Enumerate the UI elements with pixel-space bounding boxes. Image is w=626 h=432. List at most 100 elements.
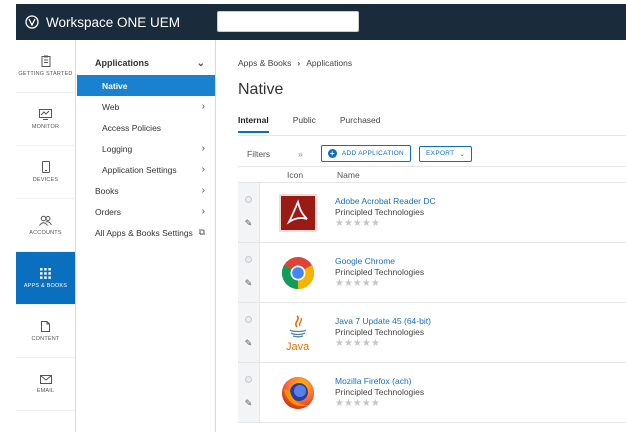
subnav-item-label: Web [102, 101, 120, 112]
workspace-logo-icon [24, 14, 40, 30]
nav-label: APPS & BOOKS [23, 282, 68, 289]
tab-divider [238, 135, 626, 136]
app-name[interactable]: Google Chrome [335, 256, 424, 267]
subnav-item-label: Logging [102, 143, 133, 154]
row-select-radio[interactable] [245, 196, 252, 204]
breadcrumb-applications[interactable]: Applications [306, 58, 352, 68]
subnav-item-all-settings[interactable]: All Apps & Books Settings ⧉ [77, 222, 215, 243]
nav-label: EMAIL [36, 387, 55, 394]
nav-devices[interactable]: DEVICES [16, 146, 75, 199]
clipboard-icon [41, 55, 50, 67]
rating-stars: ★★★★★ [335, 278, 380, 289]
subnav-item-application-settings[interactable]: Application Settings › [77, 159, 215, 180]
table-row[interactable]: ✎ Google Chrome Principled Technologies ★★… [238, 243, 626, 303]
adobe-acrobat-icon [278, 193, 317, 232]
nav-monitor[interactable]: MONITOR [16, 93, 75, 146]
search-input[interactable] [217, 11, 359, 32]
subnav-item-label: Application Settings [102, 164, 177, 175]
filters-toggle[interactable]: Filters [247, 149, 270, 159]
app-vendor: Principled Technologies [335, 327, 425, 337]
external-link-icon: ⧉ [198, 227, 205, 237]
nav-accounts[interactable]: ACCOUNTS [16, 199, 75, 252]
table-row[interactable]: ✎ Adobe Acrobat Reader DC Principled Tech… [238, 183, 626, 243]
nav-apps-books[interactable]: APPS & BOOKS [16, 252, 75, 305]
app-name[interactable]: Mozilla Firefox (ach) [335, 376, 424, 387]
app-vendor: Principled Technologies [335, 267, 425, 277]
subnav-item-access-policies[interactable]: Access Policies [77, 117, 215, 138]
java-icon: Java [286, 314, 310, 353]
top-bar: Workspace ONE UEM [16, 4, 626, 40]
java-logo-text: Java [286, 341, 310, 353]
edit-pencil-icon[interactable]: ✎ [245, 278, 253, 289]
tab-bar: Internal Public Purchased [238, 115, 405, 133]
subnav-item-web[interactable]: Web › [77, 96, 215, 117]
rating-stars: ★★★★★ [335, 338, 380, 349]
plus-icon: + [327, 149, 337, 158]
add-application-label: ADD APPLICATION [341, 150, 405, 157]
subnav-item-label: Orders [95, 206, 121, 217]
app-icon-cell: Java [260, 303, 335, 362]
row-select-radio[interactable] [245, 376, 252, 384]
table-row[interactable]: ✎ Mozilla Firefox (ach) Principled Techno… [238, 363, 626, 423]
google-chrome-icon [281, 256, 314, 289]
nav-label: DEVICES [32, 177, 59, 183]
page-title: Native [238, 81, 284, 98]
subnav-item-label: Native [102, 80, 128, 91]
app-title: Workspace ONE UEM [46, 14, 181, 30]
app-icon-cell [260, 243, 335, 302]
left-nav: GETTING STARTED MONITOR DEVICES ACCOUNTS… [16, 40, 76, 432]
tab-public[interactable]: Public [293, 115, 316, 133]
grid-icon [40, 267, 51, 279]
app-icon-cell [260, 363, 335, 422]
row-select-radio[interactable] [245, 256, 252, 264]
table-header: Icon Name [238, 166, 626, 183]
breadcrumb-apps-books[interactable]: Apps & Books [238, 58, 291, 68]
app-vendor: Principled Technologies [335, 207, 425, 217]
nav-email[interactable]: EMAIL [16, 358, 75, 411]
nav-label: CONTENT [31, 335, 60, 342]
app-icon-cell [260, 183, 335, 242]
chevron-right-icon: › [201, 164, 205, 175]
table-row[interactable]: ✎ Java Java 7 Update 45 (64-bit) Principl… [238, 303, 626, 363]
users-icon [39, 215, 52, 226]
nav-getting-started[interactable]: GETTING STARTED [16, 40, 75, 93]
expand-filters-icon[interactable]: » [298, 149, 303, 159]
subnav-header-label: Applications [95, 58, 150, 68]
column-name[interactable]: Name [337, 170, 360, 180]
chevron-right-icon: › [201, 101, 205, 112]
nav-label: MONITOR [31, 123, 60, 130]
toolbar: Filters » + ADD APPLICATION EXPORT ⌄ [247, 145, 480, 162]
edit-pencil-icon[interactable]: ✎ [245, 398, 253, 409]
app-logo[interactable]: Workspace ONE UEM [16, 14, 216, 30]
add-application-button[interactable]: + ADD APPLICATION [320, 145, 412, 162]
subnav-applications-header[interactable]: Applications ⌄ [77, 51, 215, 75]
edit-pencil-icon[interactable]: ✎ [245, 338, 253, 349]
chevron-right-icon: › [201, 185, 205, 196]
tab-purchased[interactable]: Purchased [340, 115, 381, 133]
app-name[interactable]: Java 7 Update 45 (64-bit) [335, 316, 431, 327]
edit-pencil-icon[interactable]: ✎ [245, 218, 253, 229]
tab-internal[interactable]: Internal [238, 115, 269, 133]
subnav-item-native[interactable]: Native [77, 75, 215, 96]
row-select-radio[interactable] [245, 316, 252, 324]
rating-stars: ★★★★★ [335, 218, 380, 229]
main-content: Apps & Books › Applications Native Interna… [217, 40, 626, 432]
monitor-icon [39, 108, 52, 120]
nav-label: GETTING STARTED [18, 71, 73, 77]
subnav-item-logging[interactable]: Logging › [77, 138, 215, 159]
applications-table: Icon Name ✎ Adobe Acrobat Reader DC Princ… [238, 166, 626, 423]
firefox-icon [281, 376, 314, 409]
app-name[interactable]: Adobe Acrobat Reader DC [335, 196, 436, 207]
export-button[interactable]: EXPORT ⌄ [419, 145, 473, 162]
chevron-right-icon: › [201, 143, 205, 154]
export-label: EXPORT [426, 150, 455, 157]
subnav-item-label: Books [95, 185, 119, 196]
chevron-right-icon: › [201, 206, 205, 217]
subnav-item-orders[interactable]: Orders › [77, 201, 215, 222]
mail-icon [39, 374, 52, 384]
nav-content[interactable]: CONTENT [16, 305, 75, 358]
subnav-item-books[interactable]: Books › [77, 180, 215, 201]
column-icon[interactable]: Icon [287, 170, 337, 180]
subnav-item-label: All Apps & Books Settings [95, 227, 193, 238]
breadcrumb-separator-icon: › [297, 58, 301, 68]
